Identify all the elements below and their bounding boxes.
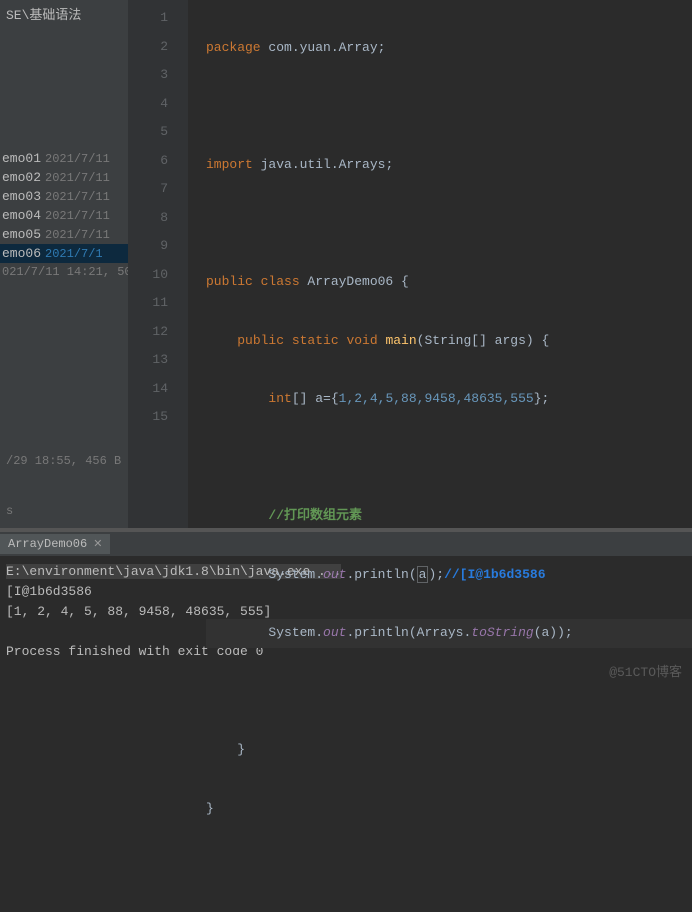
sidebar-info: s <box>0 502 19 520</box>
file-item[interactable]: emo012021/7/11 <box>0 149 128 168</box>
terminal-tab[interactable]: ArrayDemo06 ✕ <box>0 534 110 554</box>
file-item[interactable]: emo032021/7/11 <box>0 187 128 206</box>
project-sidebar[interactable]: SE\基础语法 emo012021/7/11 emo022021/7/11 em… <box>0 0 128 528</box>
file-item-selected[interactable]: emo062021/7/1 <box>0 244 128 263</box>
line-number: 1 <box>128 4 188 33</box>
close-icon[interactable]: ✕ <box>93 537 102 551</box>
gutter: 1 2 3 4 5 6 7 8 9 10 11 12 13 14 15 <box>128 0 188 528</box>
terminal-line: [I@1b6d3586 <box>6 584 92 599</box>
code-area[interactable]: package com.yuan.Array; import java.util… <box>188 0 692 528</box>
code-editor[interactable]: 1 2 3 4 5 6 7 8 9 10 11 12 13 14 15 pack… <box>128 0 692 528</box>
watermark: @51CTO博客 <box>609 661 682 680</box>
file-item[interactable]: emo022021/7/11 <box>0 168 128 187</box>
tab-label: ArrayDemo06 <box>8 537 87 551</box>
file-subdate: 021/7/11 14:21, 50 <box>0 263 128 281</box>
file-item[interactable]: emo042021/7/11 <box>0 206 128 225</box>
sidebar-header: SE\基础语法 <box>0 0 128 27</box>
file-item[interactable]: emo052021/7/11 <box>0 225 128 244</box>
sidebar-info: /29 18:55, 456 B <box>0 452 127 470</box>
